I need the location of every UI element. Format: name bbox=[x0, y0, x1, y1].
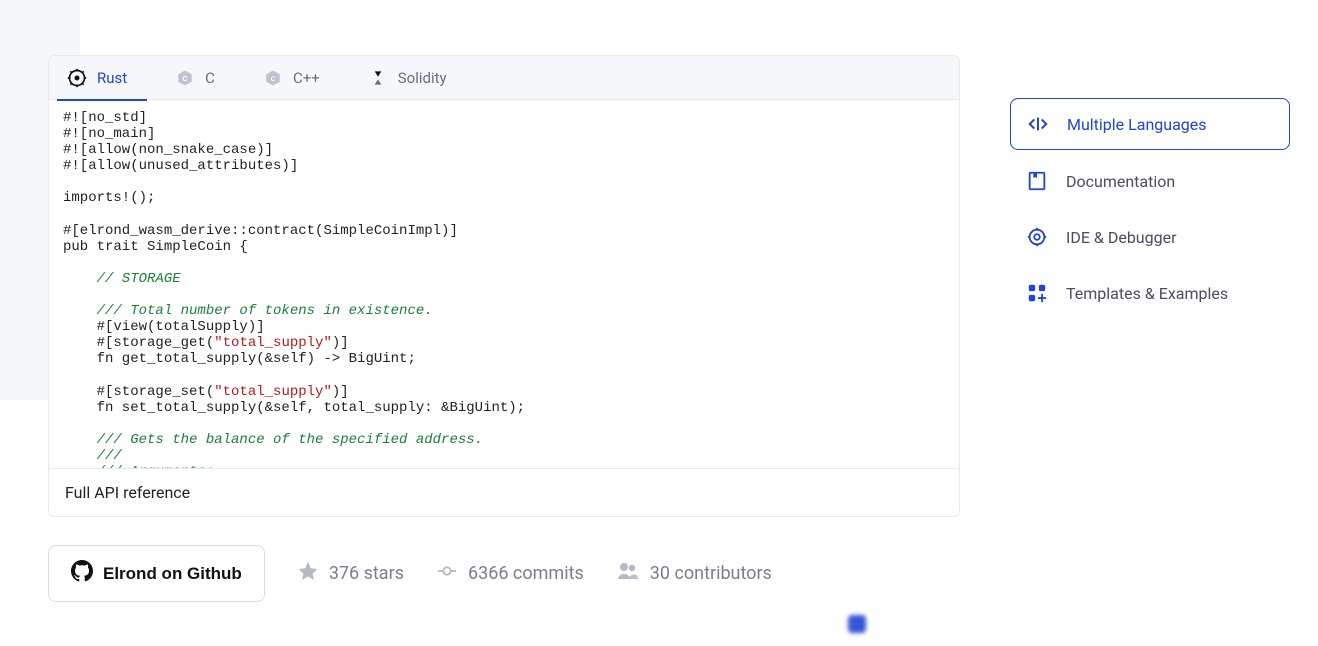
chat-widget-button[interactable] bbox=[848, 615, 866, 633]
api-reference-link[interactable]: Full API reference bbox=[49, 468, 959, 516]
rust-icon bbox=[67, 68, 87, 88]
tab-c[interactable]: C C bbox=[165, 56, 235, 100]
tab-label: Solidity bbox=[398, 69, 447, 87]
code-editor[interactable]: #![no_std] #![no_main] #![allow(non_snak… bbox=[49, 100, 959, 468]
tab-rust[interactable]: Rust bbox=[57, 56, 147, 100]
sidebar-item-label: Templates & Examples bbox=[1066, 284, 1228, 303]
c-icon: C bbox=[175, 68, 195, 88]
stat-stars-label: 376 stars bbox=[329, 563, 404, 584]
stat-commits: 6366 commits bbox=[436, 560, 584, 587]
commit-icon bbox=[436, 560, 458, 587]
sidebar-item-label: IDE & Debugger bbox=[1066, 228, 1177, 247]
sidebar-item-templates-examples[interactable]: Templates & Examples bbox=[1010, 268, 1290, 318]
api-reference-label: Full API reference bbox=[65, 483, 190, 502]
gear-icon bbox=[1026, 226, 1048, 248]
star-icon bbox=[297, 560, 319, 587]
stat-contributors-label: 30 contributors bbox=[650, 563, 772, 584]
github-button[interactable]: Elrond on Github bbox=[48, 545, 265, 602]
sidebar-item-multiple-languages[interactable]: Multiple Languages bbox=[1010, 98, 1290, 150]
tab-label: Rust bbox=[97, 69, 127, 87]
sidebar-item-label: Multiple Languages bbox=[1067, 115, 1207, 134]
sidebar-item-documentation[interactable]: Documentation bbox=[1010, 156, 1290, 206]
stat-contributors: 30 contributors bbox=[616, 559, 772, 588]
sidebar-item-ide-debugger[interactable]: IDE & Debugger bbox=[1010, 212, 1290, 262]
tab-label: C++ bbox=[293, 69, 320, 87]
tab-label: C bbox=[205, 69, 215, 87]
github-stats-row: Elrond on Github 376 stars 6366 commits … bbox=[48, 545, 960, 602]
svg-text:C: C bbox=[271, 76, 276, 83]
main-content: Rust C C C C++ Solidity #![no_st bbox=[48, 55, 960, 602]
tab-solidity[interactable]: Solidity bbox=[358, 56, 467, 100]
language-tabs: Rust C C C C++ Solidity bbox=[49, 56, 959, 100]
people-icon bbox=[616, 559, 640, 588]
code-icon bbox=[1027, 113, 1049, 135]
github-icon bbox=[71, 560, 93, 587]
sidebar-item-label: Documentation bbox=[1066, 172, 1175, 191]
github-button-label: Elrond on Github bbox=[103, 564, 242, 584]
grid-plus-icon bbox=[1026, 282, 1048, 304]
book-icon bbox=[1026, 170, 1048, 192]
stat-commits-label: 6366 commits bbox=[468, 563, 584, 584]
cpp-icon: C bbox=[263, 68, 283, 88]
sidebar: Multiple Languages Documentation IDE & D… bbox=[1010, 98, 1290, 324]
svg-text:C: C bbox=[182, 74, 188, 83]
tab-cpp[interactable]: C C++ bbox=[253, 56, 340, 100]
solidity-icon bbox=[368, 68, 388, 88]
stat-stars: 376 stars bbox=[297, 560, 404, 587]
code-panel: Rust C C C C++ Solidity #![no_st bbox=[48, 55, 960, 517]
